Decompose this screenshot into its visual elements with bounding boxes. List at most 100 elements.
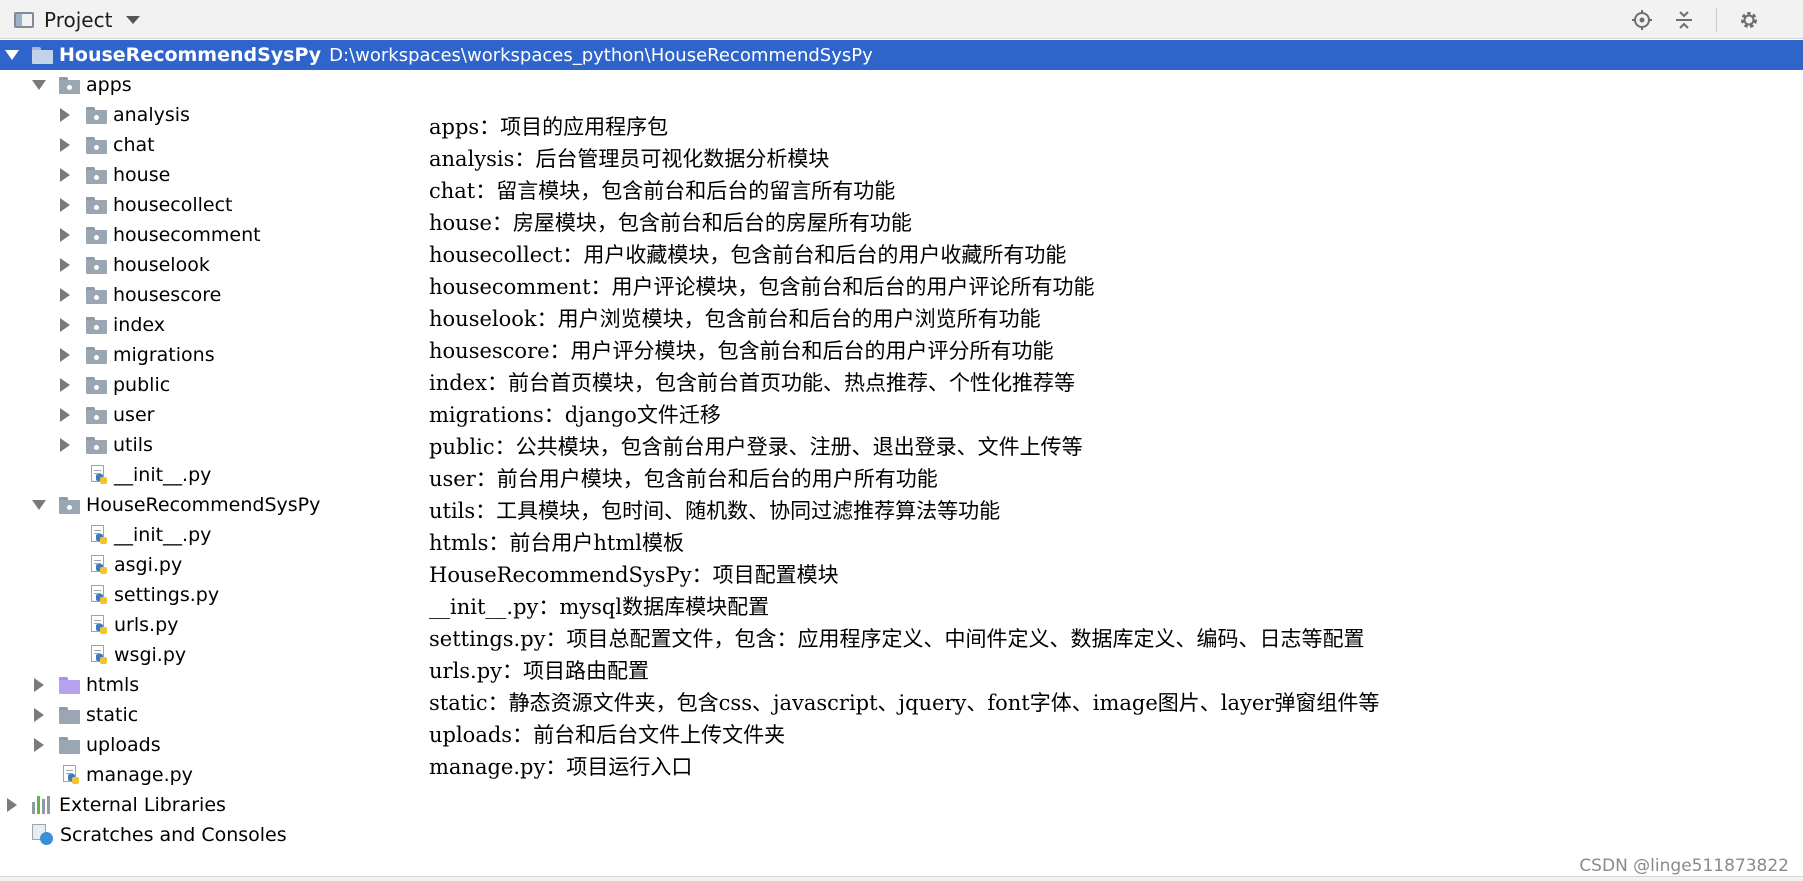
- note-line: index：前台首页模块，包含前台首页功能、热点推荐、个性化推荐等: [429, 371, 1075, 395]
- note-line: housescore：用户评分模块，包含前台和后台的用户评分所有功能: [429, 339, 1054, 363]
- note-line: urls.py：项目路由配置: [429, 659, 650, 683]
- python-file-icon: [90, 465, 108, 485]
- locate-icon[interactable]: [1628, 6, 1656, 34]
- tree-item-label: index: [113, 314, 165, 336]
- toolbar-divider: [1716, 7, 1717, 32]
- note-line: housecollect：用户收藏模块，包含前台和后台的用户收藏所有功能: [429, 243, 1067, 267]
- collapsed-arrow-icon[interactable]: [59, 228, 71, 242]
- tree-item-label: __init__.py: [114, 464, 212, 486]
- tree-item-label: manage.py: [86, 764, 193, 786]
- package-folder-icon: [86, 376, 107, 394]
- scratches-icon: [32, 824, 54, 846]
- tree-item-label: housecollect: [113, 194, 233, 216]
- annotation-notes: apps：项目的应用程序包 analysis：后台管理员可视化数据分析模块 ch…: [429, 111, 1379, 783]
- tree-item-label: analysis: [113, 104, 190, 126]
- package-folder-icon: [86, 196, 107, 214]
- collapse-all-icon[interactable]: [1670, 6, 1698, 34]
- collapsed-arrow-icon[interactable]: [33, 738, 45, 752]
- collapsed-arrow-icon[interactable]: [59, 378, 71, 392]
- tree-scratches-consoles[interactable]: Scratches and Consoles: [0, 820, 1803, 850]
- tree-item-label: utils: [113, 434, 153, 456]
- collapsed-arrow-icon[interactable]: [59, 438, 71, 452]
- bottom-status-strip: [0, 876, 1803, 881]
- note-line: __init__.py：mysql数据库模块配置: [429, 595, 770, 619]
- collapsed-arrow-icon[interactable]: [59, 288, 71, 302]
- tree-item-label: urls.py: [114, 614, 179, 636]
- tree-item-label: __init__.py: [114, 524, 212, 546]
- collapsed-arrow-icon[interactable]: [59, 138, 71, 152]
- tree-item-label: houselook: [113, 254, 210, 276]
- collapsed-arrow-icon[interactable]: [59, 318, 71, 332]
- tree-item-label: HouseRecommendSysPy: [86, 494, 321, 516]
- note-line: houselook：用户浏览模块，包含前台和后台的用户浏览所有功能: [429, 307, 1041, 331]
- tree-external-libraries[interactable]: External Libraries: [0, 790, 1803, 820]
- tree-root-row[interactable]: HouseRecommendSysPy D:\workspaces\worksp…: [0, 40, 1803, 70]
- collapsed-arrow-icon[interactable]: [59, 348, 71, 362]
- package-folder-icon: [86, 436, 107, 454]
- expanded-arrow-icon[interactable]: [32, 499, 46, 511]
- tree-item-label: htmls: [86, 674, 140, 696]
- dropdown-caret-icon[interactable]: [126, 15, 141, 24]
- project-toolbar: Project: [0, 0, 1803, 39]
- python-file-icon: [90, 525, 108, 545]
- tree-item-label: asgi.py: [114, 554, 183, 576]
- note-line: public：公共模块，包含前台用户登录、注册、退出登录、文件上传等: [429, 435, 1083, 459]
- tree-item-label: settings.py: [114, 584, 220, 606]
- collapsed-arrow-icon[interactable]: [33, 708, 45, 722]
- note-line: htmls：前台用户html模板: [429, 531, 684, 555]
- note-line: chat：留言模块，包含前台和后台的留言所有功能: [429, 179, 896, 203]
- python-file-icon: [62, 765, 80, 785]
- package-folder-icon: [86, 316, 107, 334]
- note-line: utils：工具模块，包时间、随机数、协同过滤推荐算法等功能: [429, 499, 1001, 523]
- collapsed-arrow-icon[interactable]: [59, 198, 71, 212]
- root-project-name: HouseRecommendSysPy: [59, 44, 322, 66]
- library-icon: [32, 796, 53, 814]
- python-file-icon: [90, 585, 108, 605]
- python-file-icon: [90, 645, 108, 665]
- package-folder-icon: [86, 166, 107, 184]
- tree-item-label: static: [86, 704, 139, 726]
- tree-item-label: housecomment: [113, 224, 261, 246]
- note-line: apps：项目的应用程序包: [429, 115, 669, 139]
- collapsed-arrow-icon[interactable]: [33, 678, 45, 692]
- note-line: house：房屋模块，包含前台和后台的房屋所有功能: [429, 211, 912, 235]
- collapsed-arrow-icon[interactable]: [59, 408, 71, 422]
- package-folder-icon: [86, 256, 107, 274]
- tree-item-label: migrations: [113, 344, 215, 366]
- tree-item-label: public: [113, 374, 171, 396]
- tree-item-label: user: [113, 404, 155, 426]
- tree-item-label: house: [113, 164, 171, 186]
- collapsed-arrow-icon[interactable]: [59, 258, 71, 272]
- note-line: uploads：前台和后台文件上传文件夹: [429, 723, 786, 747]
- tree-item-label: External Libraries: [59, 794, 226, 816]
- collapsed-arrow-icon[interactable]: [59, 168, 71, 182]
- root-project-path: D:\workspaces\workspaces_python\HouseRec…: [329, 44, 873, 66]
- expanded-arrow-icon[interactable]: [5, 49, 19, 61]
- package-folder-icon: [86, 226, 107, 244]
- collapsed-arrow-icon[interactable]: [6, 798, 18, 812]
- settings-gear-icon[interactable]: [1735, 6, 1763, 34]
- package-folder-icon: [86, 346, 107, 364]
- tree-item-label: chat: [113, 134, 155, 156]
- expanded-arrow-icon[interactable]: [32, 79, 46, 91]
- note-line: user：前台用户模块，包含前台和后台的用户所有功能: [429, 467, 938, 491]
- package-folder-icon: [86, 406, 107, 424]
- note-line: settings.py：项目总配置文件，包含：应用程序定义、中间件定义、数据库定…: [429, 627, 1365, 651]
- collapsed-arrow-icon[interactable]: [59, 108, 71, 122]
- project-view-icon: [14, 11, 34, 28]
- folder-icon: [32, 46, 53, 64]
- package-folder-icon: [59, 496, 80, 514]
- python-file-icon: [90, 615, 108, 635]
- tree-folder-apps[interactable]: apps: [0, 70, 1803, 100]
- python-file-icon: [90, 555, 108, 575]
- note-line: housecomment：用户评论模块，包含前台和后台的用户评论所有功能: [429, 275, 1095, 299]
- tree-item-label: uploads: [86, 734, 161, 756]
- toolbar-title: Project: [44, 7, 113, 32]
- tree-item-label: wsgi.py: [114, 644, 187, 666]
- project-view-selector[interactable]: Project: [14, 0, 141, 39]
- package-folder-icon: [86, 286, 107, 304]
- watermark: CSDN @linge511873822: [1579, 856, 1789, 876]
- note-line: static：静态资源文件夹，包含css、javascript、jquery、f…: [429, 691, 1380, 715]
- tree-item-label: Scratches and Consoles: [60, 824, 287, 846]
- folder-icon: [59, 706, 80, 724]
